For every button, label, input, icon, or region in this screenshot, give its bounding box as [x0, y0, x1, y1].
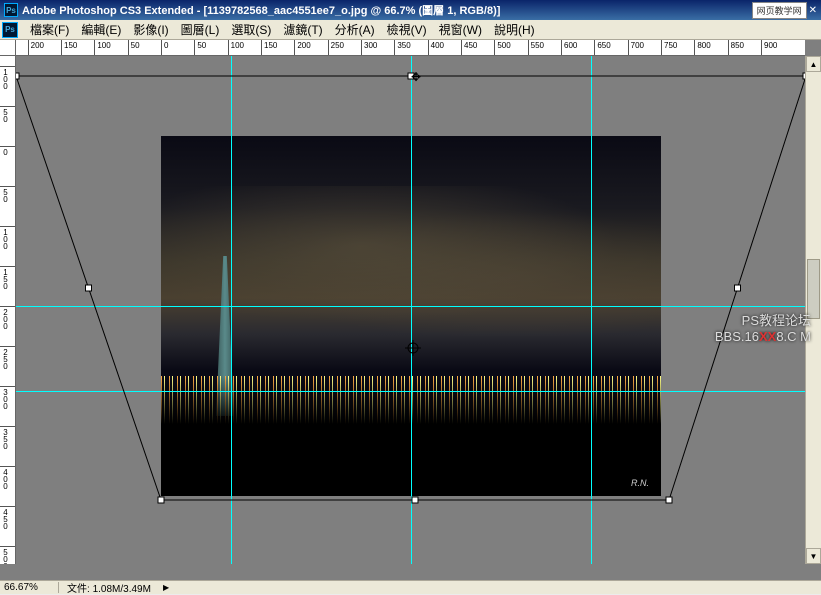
menu-analysis[interactable]: 分析(A) [329, 19, 381, 40]
menu-filter[interactable]: 濾鏡(T) [277, 19, 328, 40]
ruler-h-tick: 700 [628, 40, 629, 56]
move-cursor-icon: ✥ [411, 70, 421, 84]
transform-handle[interactable] [666, 497, 672, 503]
titlebar: Ps Adobe Photoshop CS3 Extended - [11397… [0, 0, 821, 20]
ruler-horizontal[interactable]: 2001501005005010015020025030035040045050… [16, 40, 805, 56]
ruler-h-tick: 50 [128, 40, 129, 56]
ruler-h-tick: 350 [394, 40, 395, 56]
transform-handle[interactable] [412, 497, 418, 503]
menu-select[interactable]: 選取(S) [225, 19, 277, 40]
statusbar: 66.67% 文件: 1.08M/3.49M ▶ [0, 580, 821, 594]
ruler-v-tick: 450 [0, 506, 16, 507]
ruler-v-tick: 250 [0, 346, 16, 347]
document-icon[interactable]: Ps [2, 22, 18, 38]
ruler-v-tick: 100 [0, 66, 16, 67]
site-watermark-badge: 网页教学网 [752, 2, 807, 19]
ruler-h-tick: 300 [361, 40, 362, 56]
menu-file[interactable]: 檔案(F) [24, 19, 75, 40]
ruler-h-tick: 200 [294, 40, 295, 56]
ruler-h-tick: 450 [461, 40, 462, 56]
ruler-vertical[interactable]: 10050050100150200250300350400450500 [0, 56, 16, 564]
ruler-v-tick: 150 [0, 266, 16, 267]
menubar: Ps 檔案(F) 編輯(E) 影像(I) 圖層(L) 選取(S) 濾鏡(T) 分… [0, 20, 821, 40]
menu-help[interactable]: 說明(H) [488, 19, 541, 40]
canvas-area[interactable]: R.N. ✥ [16, 56, 805, 564]
ruler-v-tick: 500 [0, 546, 16, 547]
app-icon: Ps [4, 3, 18, 17]
menu-window[interactable]: 視窗(W) [433, 19, 488, 40]
transform-handle[interactable] [803, 73, 805, 79]
ruler-v-tick: 50 [0, 106, 16, 107]
ruler-h-tick: 600 [561, 40, 562, 56]
transform-handle[interactable] [158, 497, 164, 503]
ruler-origin[interactable] [0, 40, 16, 56]
ruler-h-tick: 650 [594, 40, 595, 56]
ruler-v-tick: 400 [0, 466, 16, 467]
ruler-h-tick: 150 [61, 40, 62, 56]
ruler-h-tick: 850 [728, 40, 729, 56]
ruler-h-tick: 750 [661, 40, 662, 56]
zoom-level[interactable]: 66.67% [4, 582, 59, 593]
menu-layer[interactable]: 圖層(L) [175, 19, 226, 40]
document-size-info[interactable]: 文件: 1.08M/3.49M [59, 580, 159, 595]
ruler-h-tick: 50 [194, 40, 195, 56]
close-icon[interactable]: ✕ [809, 5, 817, 16]
ruler-h-tick: 800 [694, 40, 695, 56]
menu-image[interactable]: 影像(I) [127, 19, 174, 40]
ruler-h-tick: 900 [761, 40, 762, 56]
ruler-h-tick: 100 [94, 40, 95, 56]
ruler-v-tick: 50 [0, 186, 16, 187]
menu-view[interactable]: 檢視(V) [381, 19, 433, 40]
transform-handle[interactable] [86, 285, 92, 291]
info-flyout-icon[interactable]: ▶ [163, 583, 169, 592]
ruler-h-tick: 0 [161, 40, 162, 56]
ruler-h-tick: 200 [28, 40, 29, 56]
ruler-h-tick: 500 [494, 40, 495, 56]
transform-center-icon[interactable] [405, 340, 421, 356]
free-transform-bounds[interactable] [16, 56, 805, 564]
ruler-h-tick: 150 [261, 40, 262, 56]
watermark-line1: PS教程论坛 [715, 310, 811, 329]
ruler-v-tick: 350 [0, 426, 16, 427]
watermark-line2: BBS.16XX8.C M [715, 329, 811, 344]
workspace: 2001501005005010015020025030035040045050… [0, 40, 821, 580]
menu-edit[interactable]: 編輯(E) [75, 19, 127, 40]
ruler-v-tick: 100 [0, 226, 16, 227]
ruler-v-tick: 300 [0, 386, 16, 387]
window-title: Adobe Photoshop CS3 Extended - [11397825… [22, 2, 500, 18]
forum-watermark: PS教程论坛 BBS.16XX8.C M [715, 310, 811, 344]
scroll-down-arrow[interactable]: ▼ [806, 548, 821, 564]
ruler-h-tick: 550 [528, 40, 529, 56]
ruler-h-tick: 400 [428, 40, 429, 56]
transform-handle[interactable] [735, 285, 741, 291]
transform-handle[interactable] [16, 73, 19, 79]
scroll-up-arrow[interactable]: ▲ [806, 56, 821, 72]
ruler-h-tick: 100 [228, 40, 229, 56]
ruler-v-tick: 200 [0, 306, 16, 307]
ruler-h-tick: 250 [328, 40, 329, 56]
ruler-v-tick: 0 [0, 146, 16, 147]
